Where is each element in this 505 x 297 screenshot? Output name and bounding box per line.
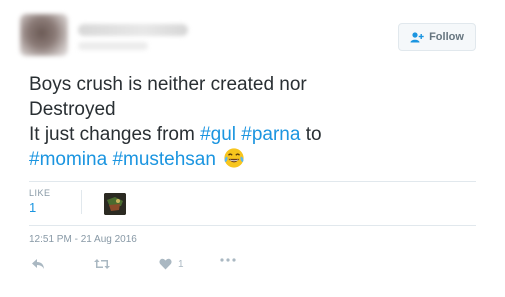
likes-stat[interactable]: LIKE 1	[29, 188, 51, 215]
hashtag-parna[interactable]: #parna	[241, 124, 300, 145]
reply-icon	[32, 259, 44, 269]
follow-button[interactable]: Follow	[398, 23, 476, 51]
follow-user-icon	[410, 31, 424, 42]
likes-divider	[81, 190, 82, 214]
hashtag-gul[interactable]: #gul	[200, 124, 236, 145]
more-options-button[interactable]	[220, 258, 236, 262]
tweet-actions: 1	[29, 258, 329, 278]
more-dots-icon	[220, 258, 236, 262]
hashtag-mustehsan[interactable]: #mustehsan	[112, 149, 216, 170]
author-handle-redacted	[78, 42, 148, 50]
tweet-line-3-text: It just changes from	[29, 124, 201, 145]
tweet-timestamp[interactable]: 12:51 PM - 21 Aug 2016	[29, 234, 137, 245]
author-name-redacted	[78, 24, 188, 36]
divider	[29, 225, 476, 226]
liker-avatar[interactable]	[104, 193, 126, 215]
tweet-text: Boys crush is neither created nor Destro…	[29, 72, 479, 172]
reply-button[interactable]	[31, 258, 45, 270]
author-avatar[interactable]	[20, 14, 68, 56]
follow-button-label: Follow	[429, 31, 464, 43]
like-count: 1	[178, 258, 184, 270]
tweet-line-1: Boys crush is neither created nor	[29, 74, 307, 95]
tweet-line-2: Destroyed	[29, 99, 116, 120]
like-button[interactable]: 1	[159, 258, 184, 270]
tweet-header: Follow	[0, 0, 505, 62]
tweet-line-4: #momina #mustehsan	[29, 147, 479, 172]
hashtag-momina[interactable]: #momina	[29, 149, 107, 170]
tweet-line-3: It just changes from #gul #parna to	[29, 122, 479, 147]
likes-count: 1	[29, 200, 37, 215]
likes-label: LIKE	[29, 188, 51, 198]
retweet-icon	[94, 259, 110, 269]
divider	[29, 181, 476, 182]
retweet-button[interactable]	[94, 258, 110, 270]
heart-icon	[159, 258, 172, 270]
tears-of-joy-emoji-icon	[224, 148, 244, 168]
liker-avatar-image	[104, 193, 126, 215]
tweet-line-3-end: to	[300, 124, 322, 145]
